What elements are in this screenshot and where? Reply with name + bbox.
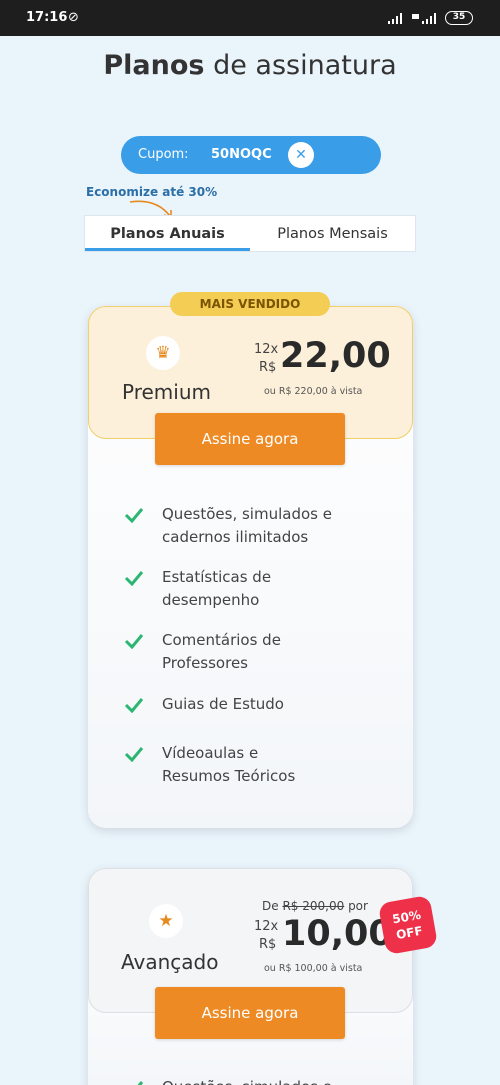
plan-name: Avançado xyxy=(121,950,219,974)
plan-name: Premium xyxy=(122,380,211,404)
page-title-rest: de assinatura xyxy=(213,50,397,81)
feature-item: Questões, simulados e cadernos ilimitado… xyxy=(124,503,384,551)
coupon-pill: Cupom: 50NOQC ✕ xyxy=(121,136,381,174)
feature-item: Estatísticas de desempenho xyxy=(124,566,384,614)
tab-monthly-plans[interactable]: Planos Mensais xyxy=(250,216,415,251)
best-seller-badge: MAIS VENDIDO xyxy=(170,292,330,316)
installments-label: 12x xyxy=(254,919,279,934)
battery-icon: 35 xyxy=(445,11,473,25)
installments-label: 12x xyxy=(254,342,279,357)
discount-off: OFF xyxy=(395,923,424,943)
subscribe-advanced-button[interactable]: Assine agora xyxy=(155,987,345,1039)
old-price-prefix: De xyxy=(262,899,279,913)
feature-item: Guias de Estudo xyxy=(124,693,384,717)
currency-label: R$ xyxy=(259,937,277,952)
check-icon xyxy=(124,508,144,523)
feature-item: Vídeoaulas e Resumos Teóricos xyxy=(124,742,384,790)
currency-label: R$ xyxy=(259,360,277,375)
subscribe-premium-button[interactable]: Assine agora xyxy=(155,413,345,465)
page-title-bold: Planos xyxy=(103,50,205,81)
page-title: Planos de assinatura xyxy=(0,50,500,81)
old-price: De R$ 200,00 por xyxy=(262,899,368,913)
feature-text: Guias de Estudo xyxy=(162,695,284,713)
check-icon xyxy=(137,1081,144,1085)
clear-coupon-button[interactable]: ✕ xyxy=(288,142,314,168)
feature-text: Comentários de Professores xyxy=(162,631,281,672)
feature-text: Questões, simulados e cadernos ilimitado… xyxy=(162,505,332,546)
discount-badge: 50% OFF xyxy=(377,894,439,956)
feature-item: Comentários de Professores xyxy=(124,629,384,677)
savings-note: Economize até 30% xyxy=(86,185,218,199)
tab-annual-plans[interactable]: Planos Anuais xyxy=(85,216,250,251)
star-icon: ★ xyxy=(149,904,183,938)
crown-icon: ♛ xyxy=(146,336,180,370)
feature-item: Questões, simulados e xyxy=(124,1076,384,1085)
status-bar: 17:16 ⊘ 35 xyxy=(0,0,500,36)
feature-text: Vídeoaulas e Resumos Teóricos xyxy=(162,744,296,785)
plan-price: 10,00 xyxy=(282,914,393,954)
old-price-value: R$ 200,00 xyxy=(282,899,345,913)
old-price-suffix: por xyxy=(348,899,368,913)
signal-icon xyxy=(388,13,402,24)
coupon-code: 50NOQC xyxy=(211,147,272,162)
signal-2-icon xyxy=(412,13,436,24)
plan-period-tabs: Planos Anuais Planos Mensais xyxy=(84,215,416,252)
check-icon xyxy=(124,634,144,649)
cash-price: ou R$ 220,00 à vista xyxy=(264,386,363,397)
plan-price: 22,00 xyxy=(280,336,391,376)
cash-price: ou R$ 100,00 à vista xyxy=(264,963,363,974)
check-icon xyxy=(124,571,144,586)
check-icon xyxy=(124,698,144,713)
coupon-label: Cupom: xyxy=(138,147,189,162)
feature-text: Questões, simulados e xyxy=(162,1076,382,1085)
status-time: 17:16 xyxy=(26,10,68,25)
dnd-icon: ⊘ xyxy=(68,10,79,25)
feature-text: Estatísticas de desempenho xyxy=(162,568,272,609)
check-icon xyxy=(124,747,144,762)
